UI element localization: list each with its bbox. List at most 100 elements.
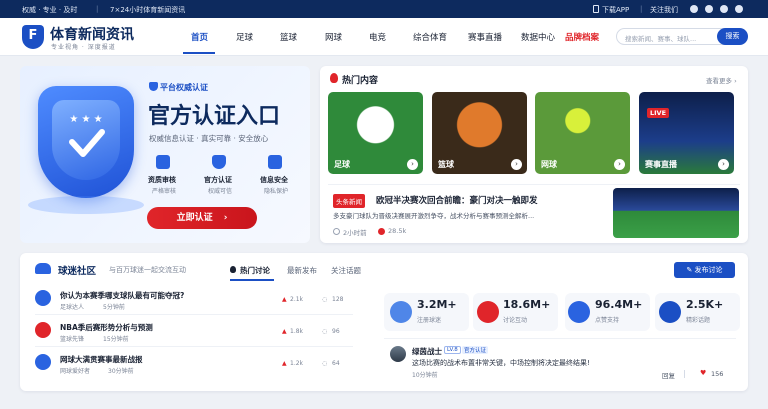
nav-general-sports[interactable]: 综合体育 xyxy=(413,31,447,43)
headline-title[interactable]: 欧冠半决赛次回合前瞻：豪门对决一触即发 xyxy=(376,194,538,206)
download-app-link[interactable]: 下载APP xyxy=(602,5,629,15)
post-discussion-button[interactable]: ✎ 发布讨论 xyxy=(674,262,735,278)
stat-label: 精彩话题 xyxy=(686,317,711,324)
topic-title[interactable]: NBA季后赛形势分析与预测 xyxy=(60,322,153,333)
document-icon xyxy=(156,155,170,169)
feature-label: 资质审核 xyxy=(148,176,176,184)
checkmark-icon: ★ ★ ★ xyxy=(69,114,105,157)
wechat-icon[interactable] xyxy=(705,5,713,13)
tile-label: 篮球 xyxy=(438,160,454,169)
tab-latest[interactable]: 最新发布 xyxy=(287,265,317,276)
clock-icon xyxy=(333,228,340,235)
weibo-icon[interactable] xyxy=(690,5,698,13)
divider xyxy=(384,338,736,339)
divider xyxy=(684,370,685,378)
topic-heat: 2.1k xyxy=(290,296,304,303)
douyin-icon[interactable] xyxy=(720,5,728,13)
topic-time: 15分钟前 xyxy=(103,336,129,343)
nav-active-underline xyxy=(183,52,215,54)
tile-live[interactable]: LIVE 赛事直播 › xyxy=(639,92,734,174)
comment-icon: ◌ xyxy=(322,296,328,303)
flame-icon xyxy=(230,266,236,273)
like-count: 156 xyxy=(711,370,724,378)
chevron-right-icon: › xyxy=(407,159,418,170)
topic-time: 5分钟前 xyxy=(103,304,125,311)
nav-brand-archive[interactable]: 品牌档案 xyxy=(565,31,599,43)
tile-label: 网球 xyxy=(541,160,557,169)
tab-hot-discussion[interactable]: 热门讨论 xyxy=(240,265,270,276)
nav-basketball[interactable]: 篮球 xyxy=(280,31,297,43)
feature-label: 信息安全 xyxy=(260,176,288,184)
comment-user[interactable]: 绿茵战士 xyxy=(412,346,442,357)
nav-home[interactable]: 首页 xyxy=(191,31,208,43)
comment-icon: ◌ xyxy=(322,360,328,367)
chevron-right-icon: › xyxy=(223,213,228,223)
hero-title: 官方认证入口 xyxy=(148,104,281,129)
tile-label: 足球 xyxy=(334,160,350,169)
stat-card: 2.5K+ 精彩话题 xyxy=(655,293,740,331)
tile-label: 赛事直播 xyxy=(645,160,677,169)
topic-replies: 128 xyxy=(332,296,344,303)
certify-now-button[interactable]: 立即认证 › xyxy=(147,207,257,229)
stat-label: 注册球迷 xyxy=(417,317,442,324)
view-more-link[interactable]: 查看更多 › xyxy=(706,75,737,85)
logo-shield-icon[interactable]: F xyxy=(22,25,44,49)
comment-time: 10分钟前 xyxy=(412,372,438,379)
chat-bubble-icon xyxy=(35,290,51,306)
comment-icon: ◌ xyxy=(322,328,328,335)
divider xyxy=(35,346,353,347)
chevron-right-icon: › xyxy=(718,159,729,170)
divider: | xyxy=(640,5,643,13)
feature-label: 官方认证 xyxy=(204,176,232,184)
topic-heat: 1.2k xyxy=(290,360,304,367)
reply-button[interactable]: 回复 xyxy=(662,370,675,380)
headline-summary: 多支豪门球队为晋级决赛展开激烈争夺，战术分析与赛事预测全解析... xyxy=(333,212,535,220)
nav-live[interactable]: 赛事直播 xyxy=(468,31,502,43)
headline-tag: 头条新闻 xyxy=(333,194,365,208)
flame-icon: ▲ xyxy=(282,328,287,335)
thumbs-up-icon xyxy=(568,301,590,323)
live-badge: LIVE xyxy=(647,108,670,118)
stat-value: 2.5K+ xyxy=(686,298,724,311)
avatar[interactable] xyxy=(390,346,406,362)
tile-football[interactable]: 足球 › xyxy=(328,92,423,174)
headline-views: 28.5k xyxy=(388,227,407,235)
chevron-right-icon: › xyxy=(614,159,625,170)
tab-following[interactable]: 关注话题 xyxy=(331,265,361,276)
topic-title[interactable]: 你认为本赛季哪支球队最有可能夺冠? xyxy=(60,290,184,301)
divider: | xyxy=(96,5,99,13)
stat-card: 96.4M+ 点赞支持 xyxy=(565,293,650,331)
verified-icon xyxy=(149,82,158,91)
feature-sub: 隐私保护 xyxy=(264,188,289,195)
thumbs-up-icon[interactable]: ♥ xyxy=(700,369,706,377)
topic-replies: 96 xyxy=(332,328,340,335)
news-ticker: 7×24小时体育新闻资讯 xyxy=(110,6,186,14)
official-badge: 官方认证 xyxy=(462,346,489,354)
topic-title[interactable]: 网球大满贯赛事最新战报 xyxy=(60,354,143,365)
stat-card: 3.2M+ 注册球迷 xyxy=(384,293,469,331)
chat-bubble-icon xyxy=(35,354,51,370)
flame-icon: ▲ xyxy=(282,360,287,367)
tile-basketball[interactable]: 篮球 › xyxy=(432,92,527,174)
search-input[interactable]: 搜索新闻、赛事、球队... xyxy=(625,33,696,43)
brand-name[interactable]: 体育新闻资讯 xyxy=(50,24,134,44)
tile-tennis[interactable]: 网球 › xyxy=(535,92,630,174)
edit-icon: ✎ xyxy=(686,266,695,274)
chevron-right-icon: › xyxy=(511,159,522,170)
community-title: 球迷社区 xyxy=(58,266,97,277)
hero-tag: 平台权威认证 xyxy=(160,83,208,92)
phone-icon xyxy=(593,5,599,13)
nav-football[interactable]: 足球 xyxy=(236,31,253,43)
topic-time: 30分钟前 xyxy=(108,368,134,375)
topic-heat: 1.8k xyxy=(290,328,304,335)
nav-esports[interactable]: 电竞 xyxy=(369,31,386,43)
top-bar: 权威 · 专业 · 及时 | 7×24小时体育新闻资讯 下载APP | 关注我们 xyxy=(0,0,768,18)
search-button[interactable]: 搜索 xyxy=(717,28,748,45)
divider xyxy=(35,314,353,315)
nav-data-center[interactable]: 数据中心 xyxy=(521,31,555,43)
level-badge: LV.8 xyxy=(444,346,461,354)
cta-label: 立即认证 xyxy=(176,213,213,223)
share-icon[interactable] xyxy=(735,5,743,13)
nav-tennis[interactable]: 网球 xyxy=(325,31,342,43)
slogan: 权威 · 专业 · 及时 xyxy=(22,6,78,14)
